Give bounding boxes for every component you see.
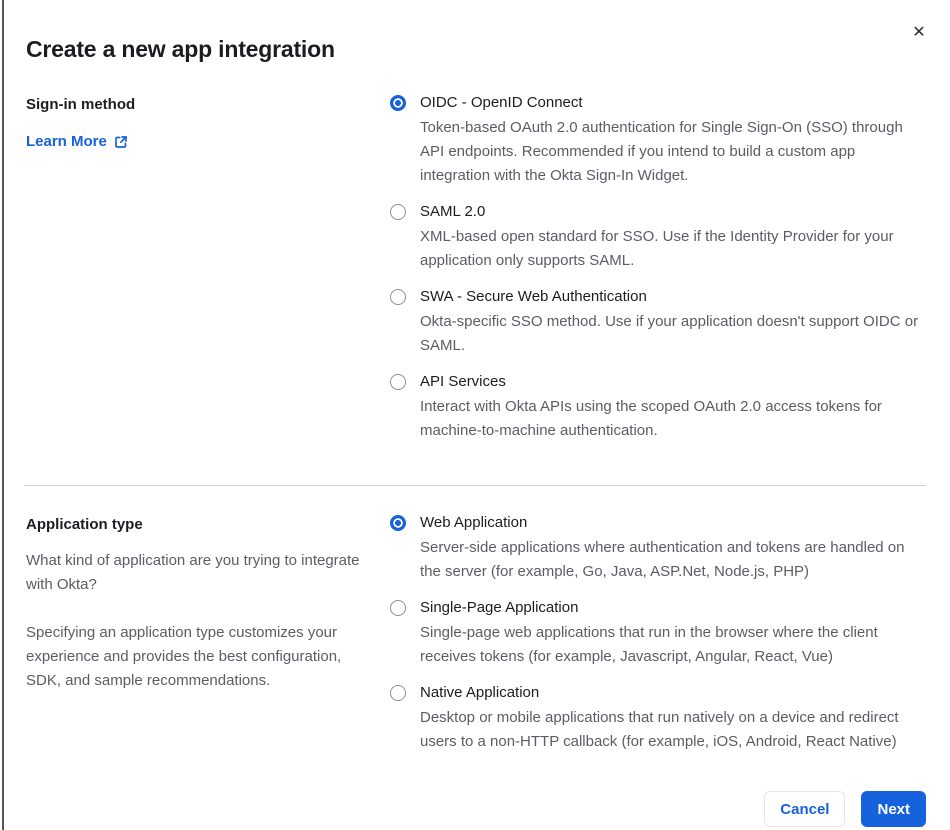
- dialog-footer: Cancel Next: [26, 791, 926, 827]
- application-type-label: Application type: [26, 516, 143, 533]
- option-description: Token-based OAuth 2.0 authentication for…: [420, 119, 903, 184]
- apptype-option-web[interactable]: Web Application Server-side applications…: [390, 513, 926, 584]
- option-label: SAML 2.0: [420, 203, 486, 220]
- application-type-section: Application type What kind of applicatio…: [26, 513, 926, 754]
- external-link-icon: [114, 135, 128, 149]
- create-app-integration-dialog: Create a new app integration Sign-in met…: [24, 0, 926, 827]
- option-description: Interact with Okta APIs using the scoped…: [420, 398, 882, 439]
- sign-in-method-left-column: Sign-in method Learn More: [26, 93, 380, 443]
- radio-selected-icon[interactable]: [390, 95, 406, 111]
- option-description: Single-page web applications that run in…: [420, 624, 878, 665]
- radio-unselected-icon[interactable]: [390, 204, 406, 220]
- signin-option-api-services[interactable]: API Services Interact with Okta APIs usi…: [390, 372, 926, 443]
- learn-more-link[interactable]: Learn More: [26, 133, 128, 150]
- application-type-options: Web Application Server-side applications…: [390, 513, 926, 754]
- option-label: API Services: [420, 373, 506, 390]
- next-button[interactable]: Next: [861, 791, 926, 827]
- application-type-explainer: Specifying an application type customize…: [26, 624, 342, 689]
- option-description: Server-side applications where authentic…: [420, 539, 905, 580]
- sign-in-method-options: OIDC - OpenID Connect Token-based OAuth …: [390, 93, 926, 443]
- radio-unselected-icon[interactable]: [390, 685, 406, 701]
- signin-option-swa[interactable]: SWA - Secure Web Authentication Okta-spe…: [390, 287, 926, 358]
- cancel-button[interactable]: Cancel: [764, 791, 846, 827]
- signin-option-saml[interactable]: SAML 2.0 XML-based open standard for SSO…: [390, 202, 926, 273]
- radio-unselected-icon[interactable]: [390, 289, 406, 305]
- learn-more-label: Learn More: [26, 133, 107, 150]
- radio-unselected-icon[interactable]: [390, 600, 406, 616]
- radio-unselected-icon[interactable]: [390, 374, 406, 390]
- option-label: SWA - Secure Web Authentication: [420, 288, 647, 305]
- option-label: OIDC - OpenID Connect: [420, 94, 583, 111]
- option-description: Okta-specific SSO method. Use if your ap…: [420, 313, 919, 354]
- option-description: Desktop or mobile applications that run …: [420, 709, 899, 750]
- radio-selected-icon[interactable]: [390, 515, 406, 531]
- option-label: Single-Page Application: [420, 599, 579, 616]
- apptype-option-native[interactable]: Native Application Desktop or mobile app…: [390, 683, 926, 754]
- dialog-title: Create a new app integration: [26, 36, 335, 62]
- section-divider: [24, 485, 926, 486]
- application-type-question: What kind of application are you trying …: [26, 552, 360, 593]
- signin-option-oidc[interactable]: OIDC - OpenID Connect Token-based OAuth …: [390, 93, 926, 188]
- option-label: Native Application: [420, 684, 540, 701]
- option-label: Web Application: [420, 514, 528, 531]
- option-description: XML-based open standard for SSO. Use if …: [420, 228, 894, 269]
- sign-in-method-section: Sign-in method Learn More OIDC - OpenID …: [26, 93, 926, 443]
- application-type-left-column: Application type What kind of applicatio…: [26, 513, 380, 754]
- sign-in-method-label: Sign-in method: [26, 96, 136, 113]
- apptype-option-spa[interactable]: Single-Page Application Single-page web …: [390, 598, 926, 669]
